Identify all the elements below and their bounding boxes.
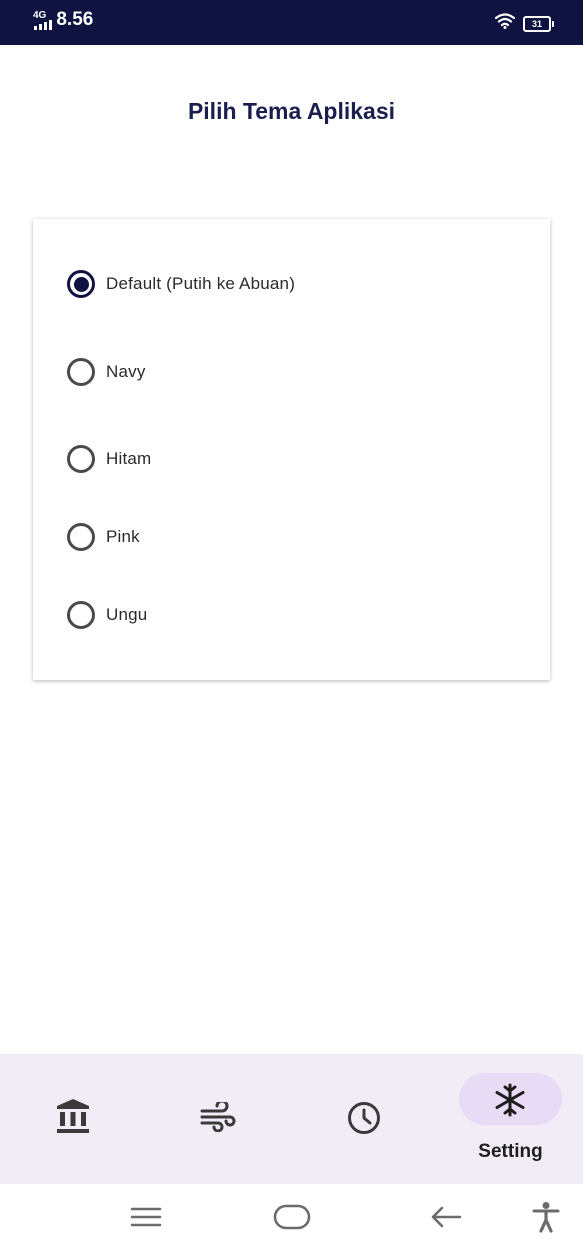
snowflake-icon [492, 1082, 528, 1118]
status-right: 31 [494, 13, 554, 34]
theme-option-label: Navy [106, 362, 146, 381]
wifi-icon [494, 13, 516, 34]
status-left: 4G 8.56 [33, 10, 93, 30]
theme-option-label: Hitam [106, 449, 152, 468]
nav-item-setting[interactable] [459, 1073, 562, 1125]
nav-item-clock[interactable] [322, 1054, 407, 1184]
bottom-navigation: Setting [0, 1054, 583, 1184]
radio-button[interactable] [67, 601, 95, 629]
wind-icon [200, 1101, 236, 1133]
home-icon[interactable] [272, 1202, 312, 1232]
clock-icon [346, 1100, 382, 1136]
radio-button[interactable] [67, 523, 95, 551]
theme-option-ungu[interactable]: Ungu [67, 601, 147, 629]
theme-option-navy[interactable]: Navy [67, 358, 146, 386]
status-time: 8.56 [56, 9, 94, 30]
back-icon[interactable] [428, 1202, 464, 1232]
radio-button[interactable] [67, 445, 95, 473]
theme-option-label: Default (Putih ke Abuan) [106, 274, 296, 293]
menu-icon[interactable] [128, 1202, 164, 1232]
theme-option-pink[interactable]: Pink [67, 523, 140, 551]
theme-option-hitam[interactable]: Hitam [67, 445, 151, 473]
theme-option-default[interactable]: Default (Putih ke Abuan) [67, 270, 295, 298]
nav-label-setting: Setting [478, 1141, 543, 1162]
accessibility-icon[interactable] [529, 1200, 563, 1234]
theme-options-card: Default (Putih ke Abuan) Navy Hitam Pink… [33, 219, 550, 680]
theme-option-label: Pink [106, 527, 140, 546]
bank-icon [55, 1098, 91, 1134]
nav-item-bank[interactable] [30, 1054, 115, 1184]
status-bar: 4G 8.56 31 [0, 0, 583, 45]
network-type: 4G [33, 10, 47, 21]
page-title: Pilih Tema Aplikasi [187, 98, 396, 124]
system-navigation-bar [0, 1184, 583, 1251]
nav-item-wind[interactable] [175, 1054, 260, 1184]
battery-icon: 31 [523, 15, 554, 32]
theme-option-label: Ungu [106, 605, 148, 624]
radio-button[interactable] [67, 358, 95, 386]
radio-button-selected[interactable] [67, 270, 95, 298]
